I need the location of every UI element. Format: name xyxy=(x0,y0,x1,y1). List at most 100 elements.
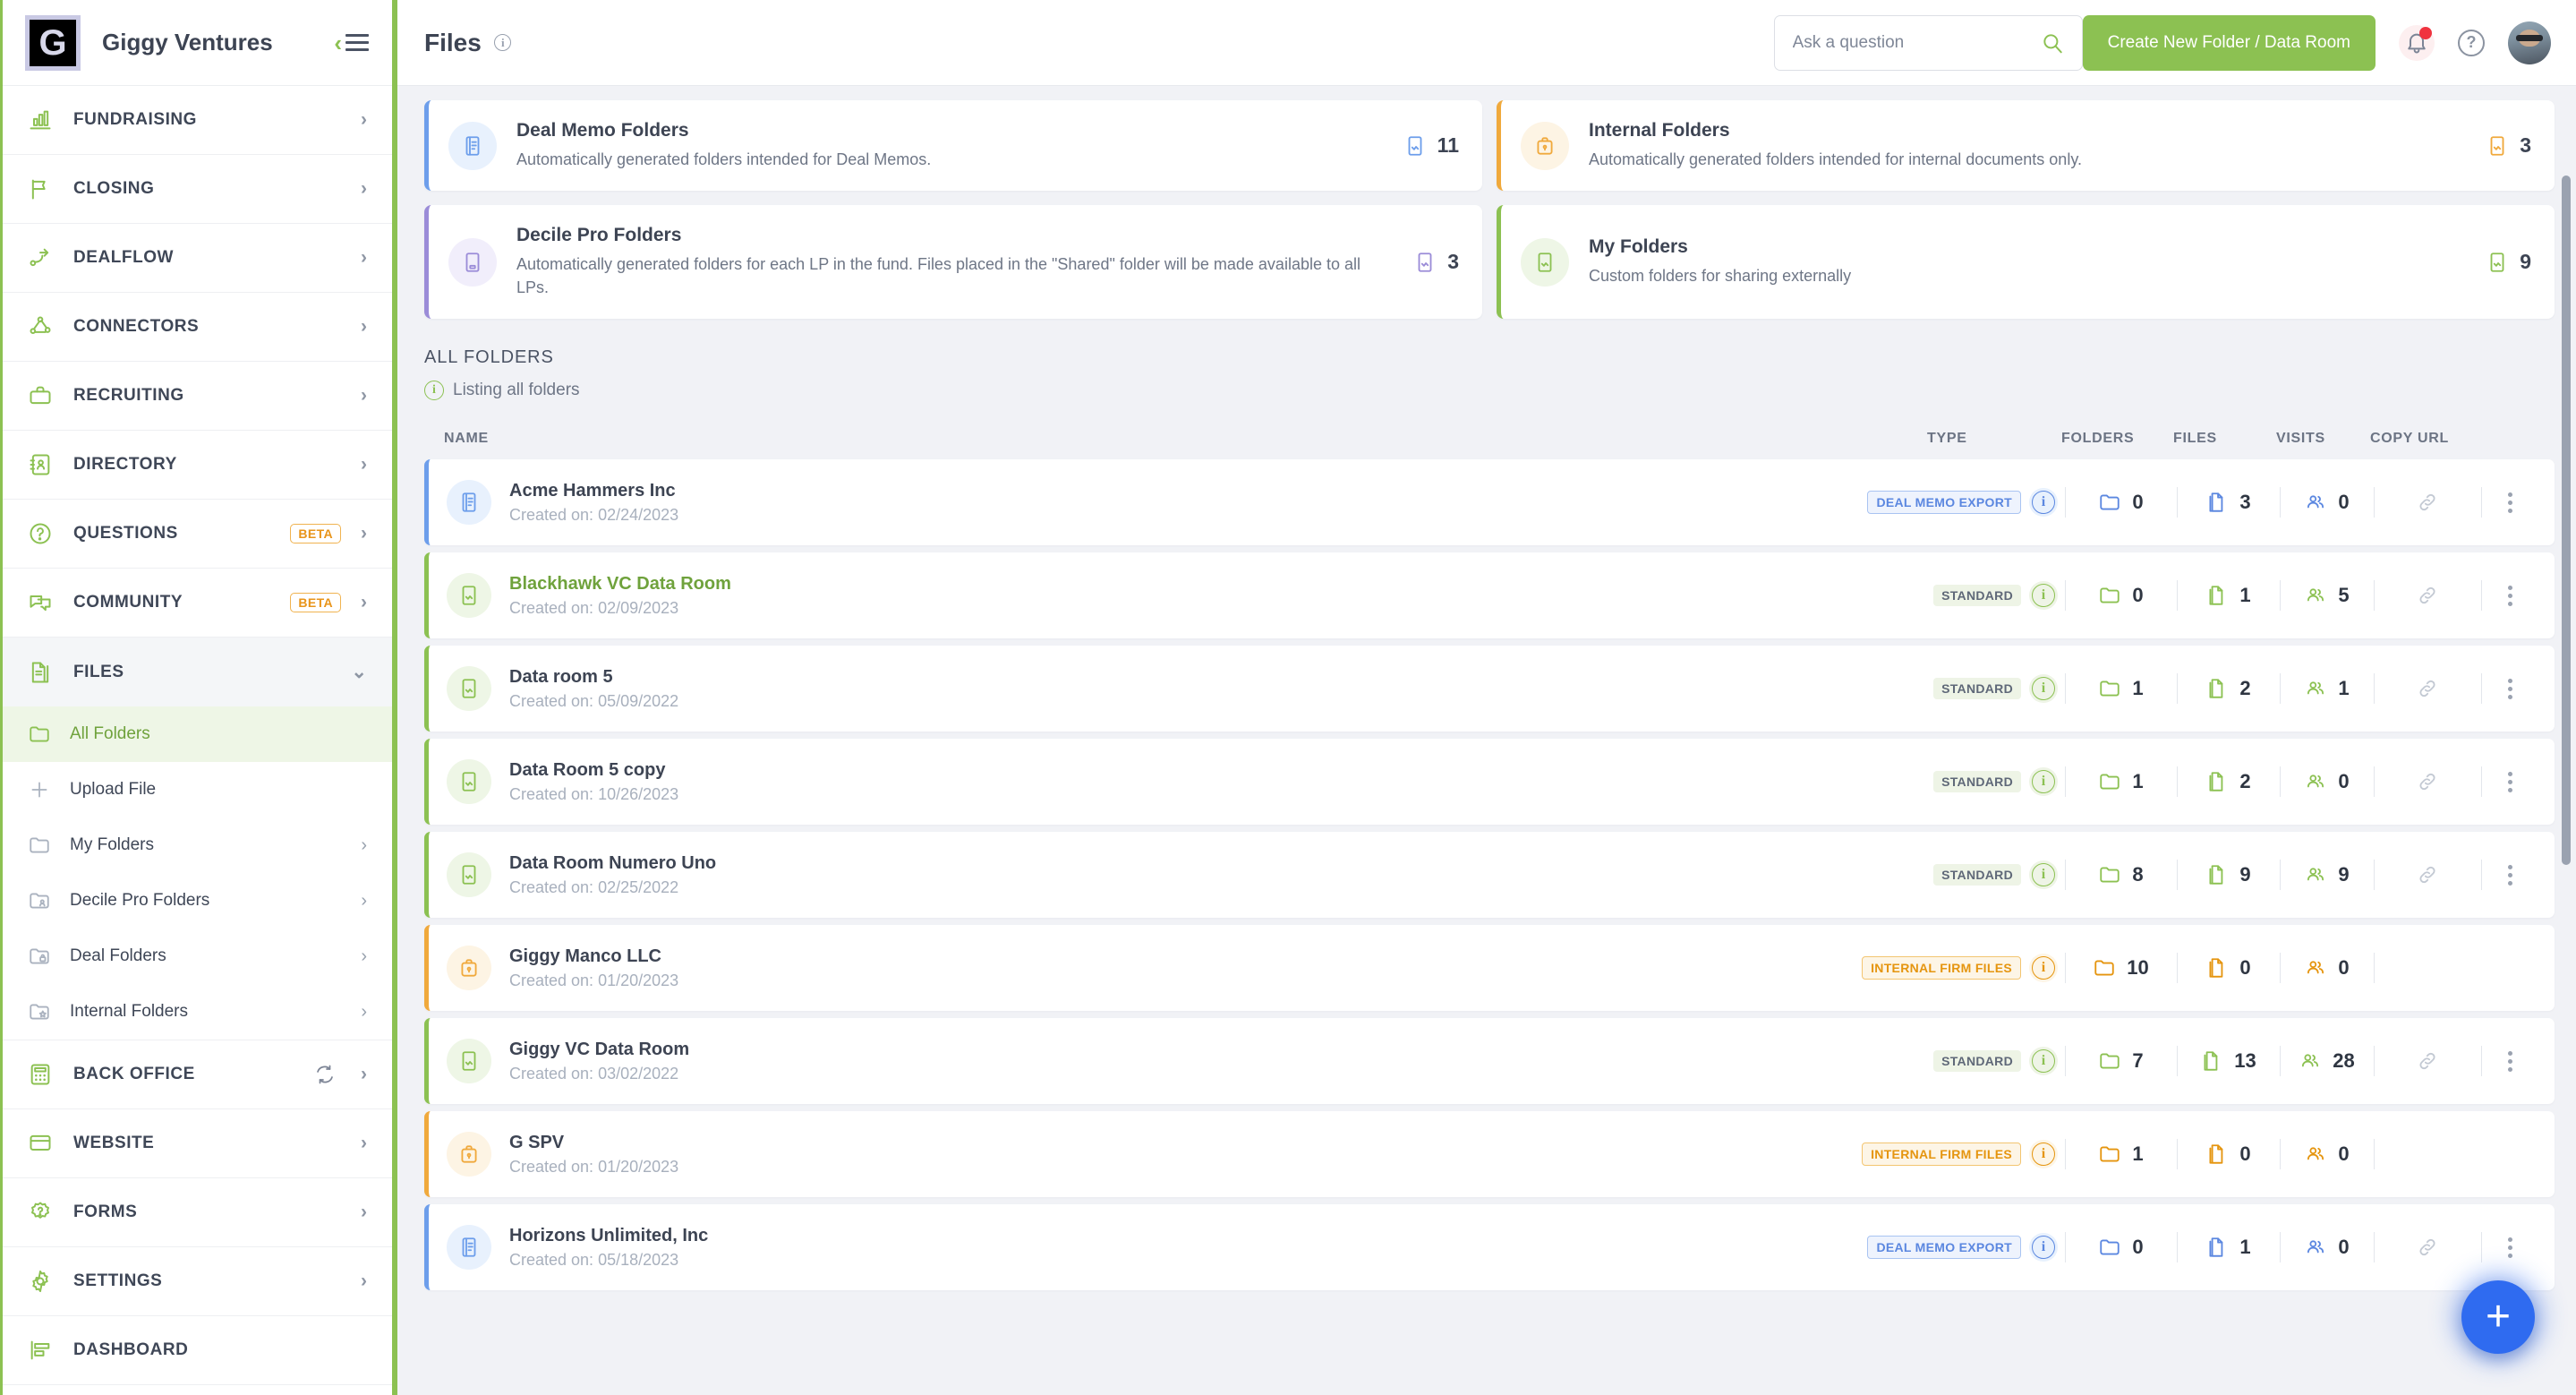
type-info-icon[interactable]: i xyxy=(2029,674,2058,704)
table-row[interactable]: Acme Hammers Inc Created on: 02/24/2023 DE… xyxy=(424,459,2555,546)
row-name-cell[interactable]: Data room 5 Created on: 05/09/2022 xyxy=(429,666,1931,712)
sidebar-item-website[interactable]: WEBSITE › xyxy=(0,1109,392,1178)
link-icon[interactable] xyxy=(2416,1236,2439,1259)
row-name-cell[interactable]: Giggy Manco LLC Created on: 01/20/2023 xyxy=(429,946,1931,991)
copy-url-cell[interactable] xyxy=(2374,761,2481,802)
table-row[interactable]: Data room 5 Created on: 05/09/2022 STANDAR… xyxy=(424,646,2555,732)
content-scrollbar[interactable] xyxy=(2562,175,2571,1388)
type-info-icon[interactable]: i xyxy=(2029,488,2058,518)
copy-url-cell[interactable] xyxy=(2374,668,2481,709)
row-menu-cell[interactable] xyxy=(2481,1040,2538,1082)
link-icon[interactable] xyxy=(2416,677,2439,700)
avatar[interactable] xyxy=(2508,21,2551,64)
row-name-cell[interactable]: Horizons Unlimited, Inc Created on: 05/18… xyxy=(429,1225,1931,1271)
folder-type-card[interactable]: Internal Folders Automatically generated … xyxy=(1497,100,2555,192)
type-info-icon[interactable]: i xyxy=(2029,1047,2058,1076)
folder-name[interactable]: Data Room Numero Uno xyxy=(509,853,716,874)
more-options-icon[interactable] xyxy=(2507,771,2512,792)
more-options-icon[interactable] xyxy=(2507,678,2512,699)
table-row[interactable]: Horizons Unlimited, Inc Created on: 05/18… xyxy=(424,1204,2555,1291)
table-row[interactable]: Giggy Manco LLC Created on: 01/20/2023 INT… xyxy=(424,925,2555,1012)
folder-name[interactable]: G SPV xyxy=(509,1133,678,1153)
sidebar-item-dealflow[interactable]: DEALFLOW › xyxy=(0,224,392,293)
type-info-icon[interactable]: i xyxy=(2029,954,2058,983)
add-floating-action-button[interactable]: + xyxy=(2461,1280,2535,1354)
sidebar-item-closing[interactable]: CLOSING › xyxy=(0,155,392,224)
folder-name[interactable]: Giggy VC Data Room xyxy=(509,1040,689,1060)
row-menu-cell[interactable] xyxy=(2481,1227,2538,1268)
search-box[interactable] xyxy=(1773,14,2083,71)
sidebar-item-fundraising[interactable]: FUNDRAISING › xyxy=(0,86,392,155)
folder-name[interactable]: Giggy Manco LLC xyxy=(509,946,678,967)
sidebar-item-dashboard[interactable]: DASHBOARD xyxy=(0,1316,392,1385)
folder-type-card[interactable]: Decile Pro Folders Automatically generate… xyxy=(424,205,1482,320)
sync-icon[interactable] xyxy=(314,1064,336,1085)
sidebar-item-my-folders[interactable]: My Folders › xyxy=(0,817,392,873)
table-row[interactable]: Giggy VC Data Room Created on: 03/02/2022… xyxy=(424,1018,2555,1105)
row-name-cell[interactable]: Data Room Numero Uno Created on: 02/25/20… xyxy=(429,852,1931,898)
folder-name[interactable]: Acme Hammers Inc xyxy=(509,481,678,501)
sidebar-item-internal-folders[interactable]: Internal Folders › xyxy=(0,984,392,1040)
folder-type-card[interactable]: My Folders Custom folders for sharing ext… xyxy=(1497,205,2555,320)
scrollbar-thumb[interactable] xyxy=(2562,175,2571,865)
sidebar-item-community[interactable]: COMMUNITY BETA › xyxy=(0,569,392,638)
help-circle-icon[interactable]: ? xyxy=(2458,29,2485,56)
copy-url-cell[interactable] xyxy=(2374,1040,2481,1082)
notifications-button[interactable] xyxy=(2399,24,2435,61)
row-name-cell[interactable]: G SPV Created on: 01/20/2023 xyxy=(429,1132,1931,1177)
type-info-icon[interactable]: i xyxy=(2029,1140,2058,1169)
row-menu-cell[interactable] xyxy=(2481,575,2538,616)
more-options-icon[interactable] xyxy=(2507,864,2512,886)
sidebar-item-recruiting[interactable]: RECRUITING › xyxy=(0,362,392,431)
folder-name[interactable]: Data room 5 xyxy=(509,667,678,688)
sidebar-item-directory[interactable]: DIRECTORY › xyxy=(0,431,392,500)
row-menu-cell[interactable] xyxy=(2481,482,2538,523)
sidebar-item-back-office[interactable]: BACK OFFICE › xyxy=(0,1040,392,1109)
search-icon[interactable] xyxy=(2041,31,2064,55)
sidebar-collapse-button[interactable]: ‹ xyxy=(334,31,369,55)
sidebar-item-forms[interactable]: FORMS › xyxy=(0,1178,392,1247)
row-menu-cell[interactable] xyxy=(2481,761,2538,802)
sidebar-item-decile-pro-folders[interactable]: Decile Pro Folders › xyxy=(0,873,392,929)
link-icon[interactable] xyxy=(2416,1049,2439,1073)
table-row[interactable]: Data Room 5 copy Created on: 10/26/2023 ST… xyxy=(424,739,2555,826)
type-info-icon[interactable]: i xyxy=(2029,581,2058,611)
copy-url-cell[interactable] xyxy=(2374,575,2481,616)
link-icon[interactable] xyxy=(2416,491,2439,514)
row-name-cell[interactable]: Blackhawk VC Data Room Created on: 02/09/… xyxy=(429,573,1931,619)
sidebar-item-settings[interactable]: SETTINGS › xyxy=(0,1247,392,1316)
type-info-icon[interactable]: i xyxy=(2029,767,2058,797)
copy-url-cell[interactable] xyxy=(2374,854,2481,895)
folder-name[interactable]: Data Room 5 copy xyxy=(509,760,678,781)
sidebar-item-files[interactable]: FILES ⌄ xyxy=(0,638,392,706)
create-new-folder-button[interactable]: Create New Folder / Data Room xyxy=(2082,14,2376,71)
row-menu-cell[interactable] xyxy=(2481,668,2538,709)
info-icon[interactable]: i xyxy=(494,34,512,51)
folder-type-card[interactable]: Deal Memo Folders Automatically generated… xyxy=(424,100,1482,192)
row-name-cell[interactable]: Acme Hammers Inc Created on: 02/24/2023 xyxy=(429,480,1931,526)
sidebar-item-connectors[interactable]: CONNECTORS › xyxy=(0,293,392,362)
sidebar-item-deal-folders[interactable]: Deal Folders › xyxy=(0,929,392,984)
row-name-cell[interactable]: Giggy VC Data Room Created on: 03/02/2022 xyxy=(429,1039,1931,1084)
copy-url-cell[interactable] xyxy=(2374,1227,2481,1268)
folder-name[interactable]: Horizons Unlimited, Inc xyxy=(509,1226,708,1246)
link-icon[interactable] xyxy=(2416,863,2439,886)
link-icon[interactable] xyxy=(2416,584,2439,607)
search-input[interactable] xyxy=(1792,32,2041,53)
table-row[interactable]: G SPV Created on: 01/20/2023 INTERNAL FIRM… xyxy=(424,1111,2555,1198)
more-options-icon[interactable] xyxy=(2507,585,2512,606)
sidebar-item-all-folders[interactable]: All Folders xyxy=(0,706,392,762)
link-icon[interactable] xyxy=(2416,770,2439,793)
sidebar-item-questions[interactable]: QUESTIONS BETA › xyxy=(0,500,392,569)
row-menu-cell[interactable] xyxy=(2481,854,2538,895)
type-info-icon[interactable]: i xyxy=(2029,1233,2058,1262)
table-row[interactable]: Blackhawk VC Data Room Created on: 02/09/… xyxy=(424,552,2555,639)
sidebar-item-upload-file[interactable]: Upload File xyxy=(0,762,392,817)
type-info-icon[interactable]: i xyxy=(2029,860,2058,890)
table-row[interactable]: Data Room Numero Uno Created on: 02/25/20… xyxy=(424,832,2555,919)
more-options-icon[interactable] xyxy=(2507,1237,2512,1258)
more-options-icon[interactable] xyxy=(2507,1050,2512,1072)
row-name-cell[interactable]: Data Room 5 copy Created on: 10/26/2023 xyxy=(429,759,1931,805)
copy-url-cell[interactable] xyxy=(2374,482,2481,523)
more-options-icon[interactable] xyxy=(2507,492,2512,513)
